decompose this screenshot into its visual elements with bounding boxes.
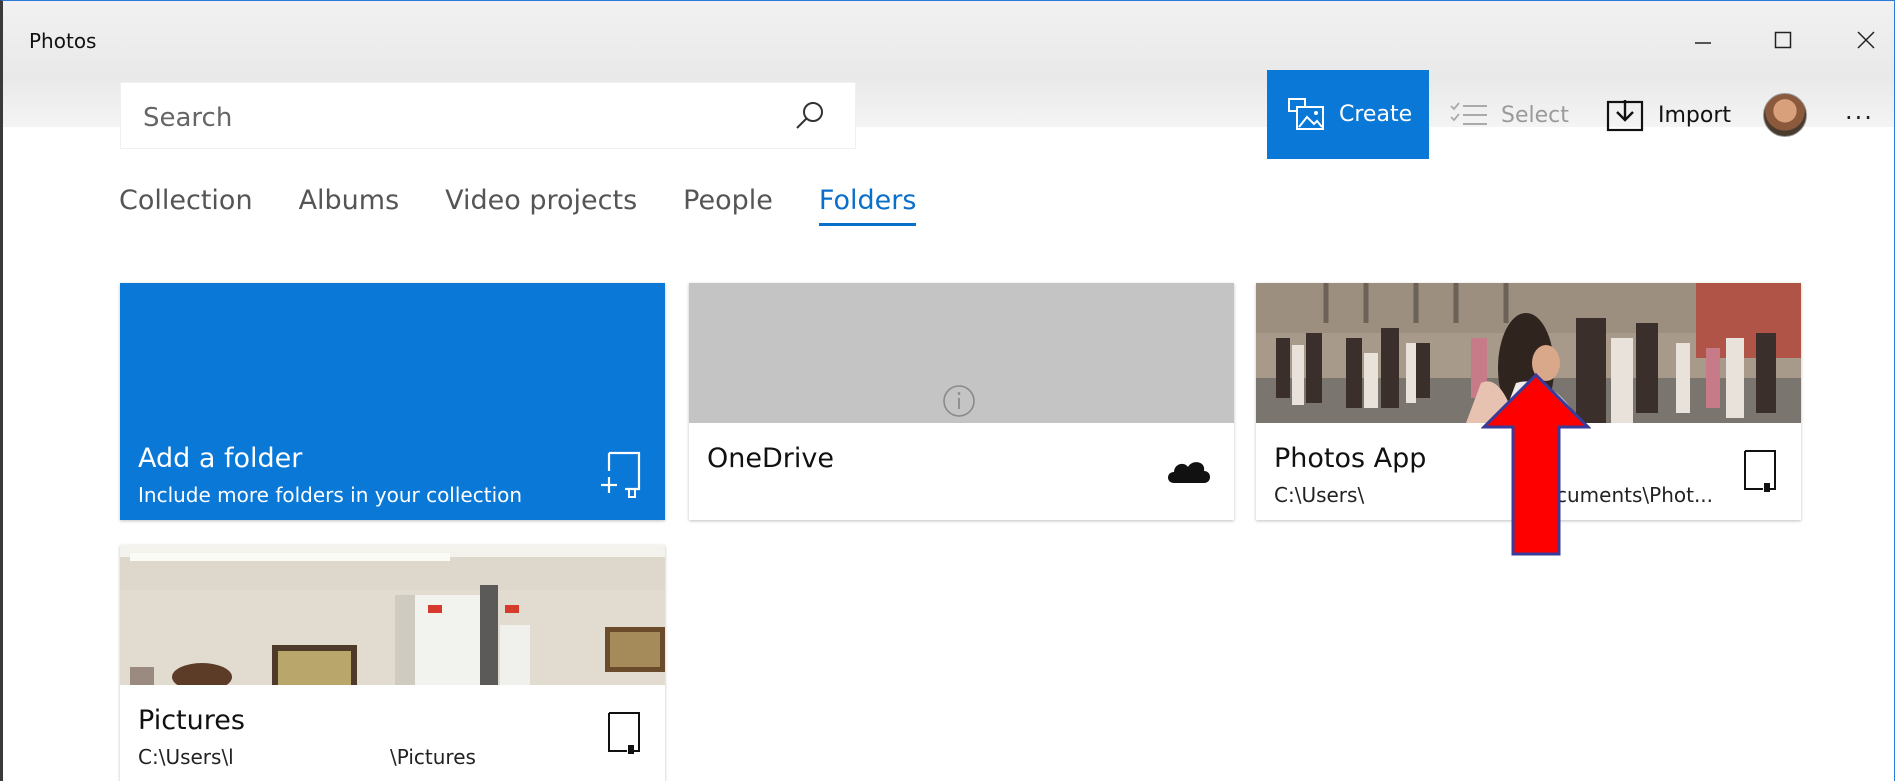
add-folder-icon bbox=[601, 451, 641, 498]
create-icon bbox=[1288, 97, 1324, 130]
import-label: Import bbox=[1658, 102, 1732, 128]
import-button[interactable]: Import bbox=[1606, 89, 1731, 141]
search-icon[interactable] bbox=[793, 99, 827, 133]
device-icon bbox=[1744, 450, 1776, 492]
maximize-icon bbox=[1774, 31, 1792, 49]
tab-albums[interactable]: Albums bbox=[299, 185, 400, 226]
tile-caption: Pictures C:\Users\l \Pictures bbox=[120, 685, 665, 781]
tile-subtitle: Include more folders in your collection bbox=[138, 483, 523, 507]
close-button[interactable] bbox=[1838, 19, 1894, 61]
tile-caption: Add a folder Include more folders in you… bbox=[120, 423, 665, 520]
device-icon bbox=[608, 712, 640, 754]
pictures-folder-tile[interactable]: Pictures C:\Users\l \Pictures bbox=[120, 545, 665, 781]
onedrive-folder-tile[interactable]: OneDrive bbox=[689, 283, 1234, 520]
close-icon bbox=[1857, 31, 1875, 49]
nav-tabs: Collection Albums Video projects People … bbox=[119, 185, 916, 226]
more-options-button[interactable]: ... bbox=[1845, 97, 1874, 125]
select-icon bbox=[1450, 102, 1487, 125]
minimize-icon bbox=[1695, 42, 1711, 44]
tile-title: Photos App bbox=[1274, 443, 1427, 474]
select-button[interactable]: Select bbox=[1449, 89, 1569, 141]
tile-path-start: C:\Users\l bbox=[138, 745, 234, 769]
avatar[interactable] bbox=[1763, 93, 1807, 137]
minimize-button[interactable] bbox=[1675, 19, 1731, 61]
tile-title: Pictures bbox=[138, 705, 245, 736]
create-button[interactable]: Create bbox=[1267, 70, 1429, 159]
tab-folders[interactable]: Folders bbox=[818, 185, 916, 226]
maximize-button[interactable] bbox=[1755, 19, 1811, 61]
tile-caption: OneDrive bbox=[689, 423, 1234, 520]
import-icon bbox=[1606, 100, 1644, 132]
tile-title: OneDrive bbox=[707, 443, 834, 474]
folder-thumbnail bbox=[689, 283, 1234, 423]
select-label: Select bbox=[1501, 102, 1569, 128]
app-title: Photos bbox=[29, 29, 97, 53]
photos-window: Photos Search Create Select Import ... C… bbox=[0, 0, 1895, 781]
info-icon bbox=[943, 385, 975, 417]
tile-path-end: \Pictures bbox=[390, 745, 476, 769]
tile-path-start: C:\Users\ bbox=[1274, 483, 1365, 507]
search-placeholder: Search bbox=[143, 103, 233, 133]
red-arrow-icon bbox=[1481, 372, 1591, 556]
add-folder-tile[interactable]: Add a folder Include more folders in you… bbox=[120, 283, 665, 520]
search-input[interactable]: Search bbox=[120, 82, 856, 149]
cloud-icon bbox=[1168, 462, 1210, 483]
create-label: Create bbox=[1339, 102, 1413, 127]
tab-collection[interactable]: Collection bbox=[119, 185, 253, 226]
tab-video-projects[interactable]: Video projects bbox=[445, 185, 637, 226]
tile-title: Add a folder bbox=[138, 443, 303, 474]
tab-people[interactable]: People bbox=[683, 185, 773, 226]
folder-thumbnail bbox=[120, 545, 665, 685]
title-bar: Photos Search Create Select Import ... bbox=[3, 1, 1894, 159]
